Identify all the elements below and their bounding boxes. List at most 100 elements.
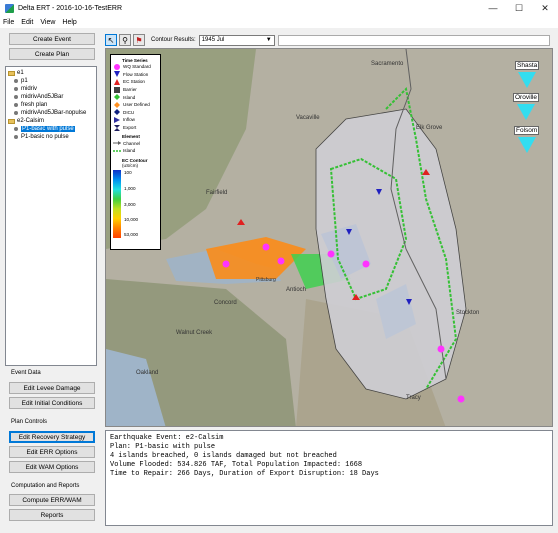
diamond-icon xyxy=(113,109,121,116)
minimize-icon[interactable]: — xyxy=(480,0,506,16)
plan-icon xyxy=(14,127,18,131)
map-label: Vacaville xyxy=(296,115,320,121)
wq-station[interactable] xyxy=(327,250,335,258)
delta-map[interactable]: Vacaville Sacramento Elk Grove Fairfield… xyxy=(105,48,553,427)
app-icon xyxy=(5,3,14,13)
reservoir-label: Shasta xyxy=(515,61,540,70)
tree-node-plan[interactable]: midrivAnd5JBar-nopulse xyxy=(14,109,86,117)
wq-station[interactable] xyxy=(277,257,285,265)
legend-item: Barrier xyxy=(113,86,158,94)
create-event-button[interactable]: Create Event xyxy=(9,33,95,45)
tree-node-e1[interactable]: e1 xyxy=(8,69,24,77)
edit-initial-conditions-button[interactable]: Edit Initial Conditions xyxy=(9,397,95,409)
plan-icon xyxy=(14,79,18,83)
triangle-down-icon xyxy=(113,71,121,78)
wq-station[interactable] xyxy=(362,260,370,268)
ec-colorbar: 100 1,000 3,000 10,000 53,000 xyxy=(113,169,158,238)
legend-item: DICU xyxy=(113,109,158,117)
close-icon[interactable]: ✕ xyxy=(532,0,558,16)
triangle-up-icon xyxy=(113,78,121,85)
menu-file[interactable]: File xyxy=(3,19,14,26)
reservoir-triangle-icon xyxy=(518,72,537,88)
create-plan-button[interactable]: Create Plan xyxy=(9,48,95,60)
ec-tick-labels: 100 1,000 3,000 10,000 53,000 xyxy=(124,169,139,237)
map-legend: Time Series WQ Standard Flow Station EC … xyxy=(110,54,161,250)
reports-button[interactable]: Reports xyxy=(9,509,95,521)
hourglass-icon xyxy=(113,124,121,131)
contour-results-select[interactable]: 1945 Jul ▼ xyxy=(198,34,275,46)
folder-icon xyxy=(8,118,15,124)
reservoir-folsom[interactable]: Folsom xyxy=(514,126,540,153)
plan-icon xyxy=(14,135,18,139)
map-label: Oakland xyxy=(136,370,158,376)
map-label: Fairfield xyxy=(206,190,227,196)
edit-err-options-button[interactable]: Edit ERR Options xyxy=(9,446,95,458)
menu-bar: File Edit View Help xyxy=(0,16,558,28)
report-output: Earthquake Event: e2-Calsim Plan: P1-basi… xyxy=(105,430,553,526)
plan-icon xyxy=(14,87,18,91)
circle-icon xyxy=(113,63,121,70)
menu-view[interactable]: View xyxy=(40,19,55,26)
map-label: Elk Grove xyxy=(416,125,443,131)
map-label: Walnut Creek xyxy=(176,330,213,336)
report-line: Time to Repair: 266 Days, Duration of Ex… xyxy=(110,470,379,478)
legend-item: Island xyxy=(113,147,158,155)
report-line: Plan: P1-basic with pulse xyxy=(110,443,216,451)
reservoir-label: Oroville xyxy=(513,93,540,102)
reservoir-label: Folsom xyxy=(514,126,540,135)
pointer-tool-icon[interactable]: ↖ xyxy=(105,34,117,46)
map-label: Tracy xyxy=(406,395,421,401)
legend-item: Island xyxy=(113,93,158,101)
map-canvas[interactable]: Vacaville Sacramento Elk Grove Fairfield… xyxy=(106,49,553,427)
flag-tool-icon[interactable]: ⚑ xyxy=(133,34,145,46)
legend-item: Export xyxy=(113,124,158,132)
reservoir-triangle-icon xyxy=(517,104,536,120)
wq-station[interactable] xyxy=(457,395,465,403)
tree-node-plan[interactable]: P1-basic no pulse xyxy=(14,133,69,141)
event-data-label: Event Data xyxy=(11,370,41,376)
tree-node-plan[interactable]: midrivAnd5JBar xyxy=(14,93,63,101)
legend-item: Inflow xyxy=(113,116,158,124)
map-toolbar: ↖ ⚲ ⚑ Contour Results: 1945 Jul ▼ xyxy=(105,33,553,47)
wq-station[interactable] xyxy=(262,243,270,251)
title-bar: Delta ERT - 2016-10-16-TestERR — ☐ ✕ xyxy=(0,0,558,16)
diamond-icon xyxy=(113,101,121,108)
reservoir-oroville[interactable]: Oroville xyxy=(513,93,540,120)
tree-node-plan[interactable]: fresh plan xyxy=(14,101,47,109)
event-plan-tree[interactable]: e1 p1 midriv midrivAnd5JBar fresh plan m… xyxy=(5,66,97,366)
tree-node-e2[interactable]: e2-Calsim xyxy=(8,117,44,125)
edit-recovery-strategy-button[interactable]: Edit Recovery Strategy xyxy=(9,431,95,443)
legend-item: Flow Station xyxy=(113,71,158,79)
maximize-icon[interactable]: ☐ xyxy=(506,0,532,16)
tree-node-plan[interactable]: midriv xyxy=(14,85,37,93)
plan-icon xyxy=(14,103,18,107)
legend-item: WQ Standard xyxy=(113,63,158,71)
computation-label: Computation and Reports xyxy=(11,483,80,489)
status-field xyxy=(277,34,550,46)
tree-node-plan-selected[interactable]: P1-basic with pulse xyxy=(14,125,75,133)
reservoir-shasta[interactable]: Shasta xyxy=(515,61,540,88)
channel-line-icon xyxy=(113,141,121,146)
compute-err-wam-button[interactable]: Compute ERR/WAM xyxy=(9,494,95,506)
report-line: Volume Flooded: 534.826 TAF, Total Popul… xyxy=(110,461,363,469)
contour-results-label: Contour Results: xyxy=(151,37,196,43)
edit-levee-damage-button[interactable]: Edit Levee Damage xyxy=(9,382,95,394)
zoom-tool-icon[interactable]: ⚲ xyxy=(119,34,131,46)
reservoir-triangle-icon xyxy=(517,137,536,153)
menu-edit[interactable]: Edit xyxy=(21,19,33,26)
tree-node-plan[interactable]: p1 xyxy=(14,77,28,85)
map-label: Antioch xyxy=(286,287,306,293)
diamond-icon xyxy=(113,94,121,101)
window-title: Delta ERT - 2016-10-16-TestERR xyxy=(18,4,123,12)
map-label: Sacramento xyxy=(371,61,404,67)
chevron-down-icon: ▼ xyxy=(265,36,272,43)
wq-station[interactable] xyxy=(222,260,230,268)
legend-ec-unit: (uS/cm) xyxy=(122,162,139,168)
edit-wam-options-button[interactable]: Edit WAM Options xyxy=(9,461,95,473)
plan-icon xyxy=(14,95,18,99)
legend-item: User Defined xyxy=(113,101,158,109)
menu-help[interactable]: Help xyxy=(62,19,76,26)
legend-item: Channel xyxy=(113,139,158,147)
map-label: Concord xyxy=(214,300,237,306)
wq-station[interactable] xyxy=(437,345,445,353)
